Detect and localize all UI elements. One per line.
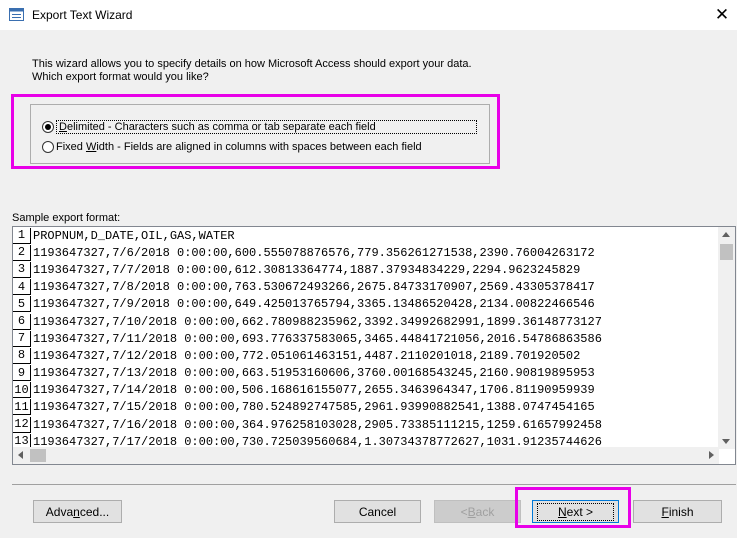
row-number: 11 <box>13 399 31 416</box>
sample-row: 8 1193647327,7/12/2018 0:00:00,772.051061… <box>13 347 719 364</box>
row-text: 1193647327,7/7/2018 0:00:00,612.30813364… <box>33 262 581 277</box>
advanced-text: ced... <box>79 504 110 519</box>
advanced-button[interactable]: Adva n ced... <box>33 500 122 523</box>
row-number: 9 <box>13 365 31 382</box>
back-text-before: < <box>460 504 468 519</box>
sample-row: 10 1193647327,7/14/2018 0:00:00,506.16861… <box>13 382 719 399</box>
sample-row: 1 PROPNUM,D_DATE,OIL,GAS,WATER <box>13 227 719 244</box>
back-text: ack <box>475 504 495 519</box>
sample-row: 11 1193647327,7/15/2018 0:00:00,780.52489… <box>13 399 719 416</box>
row-number: 6 <box>13 313 31 330</box>
footer-divider <box>12 484 736 485</box>
row-text: 1193647327,7/6/2018 0:00:00,600.55507887… <box>33 245 595 260</box>
intro-text: This wizard allows you to specify detail… <box>32 58 472 84</box>
row-text: 1193647327,7/12/2018 0:00:00,772.0510614… <box>33 348 581 363</box>
finish-text: inish <box>668 504 694 519</box>
finish-mnemonic: F <box>661 504 669 519</box>
wizard-app-icon <box>9 8 24 21</box>
next-button-highlight <box>515 487 631 528</box>
sample-row: 4 1193647327,7/8/2018 0:00:00,763.5306724… <box>13 279 719 296</box>
back-button[interactable]: < Back <box>434 500 521 523</box>
scroll-right-icon[interactable] <box>709 451 714 459</box>
scroll-down-icon[interactable] <box>722 439 730 444</box>
format-options-highlight <box>11 94 500 169</box>
sample-row: 12 1193647327,7/16/2018 0:00:00,364.97625… <box>13 416 719 433</box>
window-title: Export Text Wizard <box>32 8 133 22</box>
sample-rows: 1 PROPNUM,D_DATE,OIL,GAS,WATER 2 1193647327… <box>13 227 719 464</box>
close-icon[interactable]: ✕ <box>708 4 736 26</box>
row-number: 1 <box>13 227 31 244</box>
scroll-up-icon[interactable] <box>722 232 730 237</box>
intro-line-1: This wizard allows you to specify detail… <box>32 58 472 70</box>
horizontal-scroll-thumb[interactable] <box>30 449 46 462</box>
row-number: 10 <box>13 382 31 399</box>
row-number: 4 <box>13 279 31 296</box>
sample-row: 3 1193647327,7/7/2018 0:00:00,612.3081336… <box>13 261 719 278</box>
vertical-scrollbar[interactable] <box>718 227 735 449</box>
sample-row: 9 1193647327,7/13/2018 0:00:00,663.519531… <box>13 365 719 382</box>
title-bar: Export Text Wizard ✕ <box>0 0 737 30</box>
row-number: 12 <box>13 416 31 433</box>
vertical-scroll-thumb[interactable] <box>720 244 733 260</box>
row-number: 3 <box>13 261 31 278</box>
row-text: 1193647327,7/10/2018 0:00:00,662.7809882… <box>33 314 602 329</box>
row-text: PROPNUM,D_DATE,OIL,GAS,WATER <box>33 228 235 243</box>
sample-row: 7 1193647327,7/11/2018 0:00:00,693.776337… <box>13 330 719 347</box>
sample-label: Sample export format: <box>12 212 121 224</box>
back-mnemonic: B <box>467 504 476 519</box>
finish-button[interactable]: Finish <box>633 500 722 523</box>
row-text: 1193647327,7/11/2018 0:00:00,693.7763375… <box>33 331 602 346</box>
scroll-left-icon[interactable] <box>18 451 23 459</box>
sample-row: 5 1193647327,7/9/2018 0:00:00,649.4250137… <box>13 296 719 313</box>
sample-row: 6 1193647327,7/10/2018 0:00:00,662.780988… <box>13 313 719 330</box>
row-number: 5 <box>13 296 31 313</box>
row-text: 1193647327,7/16/2018 0:00:00,364.9762581… <box>33 417 602 432</box>
advanced-mnemonic: n <box>73 504 80 519</box>
row-number: 8 <box>13 347 31 364</box>
horizontal-scrollbar[interactable] <box>13 447 719 464</box>
row-text: 1193647327,7/15/2018 0:00:00,780.5248927… <box>33 400 595 415</box>
advanced-text-before: Adva <box>45 504 74 519</box>
intro-line-2: Which export format would you like? <box>32 71 209 83</box>
cancel-button[interactable]: Cancel <box>334 500 421 523</box>
row-text: 1193647327,7/9/2018 0:00:00,649.42501376… <box>33 297 595 312</box>
row-text: 1193647327,7/13/2018 0:00:00,663.5195316… <box>33 366 595 381</box>
row-number: 2 <box>13 244 31 261</box>
sample-preview[interactable]: 1 PROPNUM,D_DATE,OIL,GAS,WATER 2 1193647327… <box>12 226 736 465</box>
row-number: 7 <box>13 330 31 347</box>
cancel-label: Cancel <box>358 504 397 519</box>
sample-row: 2 1193647327,7/6/2018 0:00:00,600.5550788… <box>13 244 719 261</box>
row-text: 1193647327,7/8/2018 0:00:00,763.53067249… <box>33 280 595 295</box>
row-text: 1193647327,7/14/2018 0:00:00,506.1686161… <box>33 383 595 398</box>
